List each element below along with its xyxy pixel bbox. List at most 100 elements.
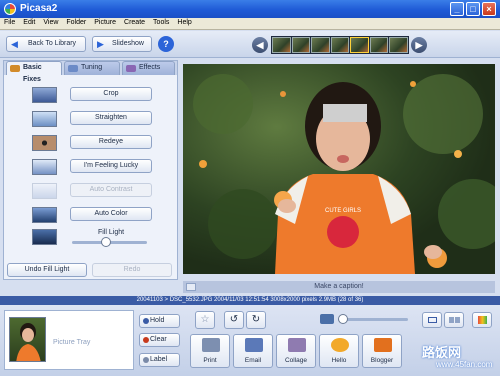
tray-thumbnail[interactable] [9,317,46,362]
menu-picture[interactable]: Picture [90,18,120,26]
maximize-button[interactable]: □ [466,2,480,16]
watermark: 路饭网 www.45fan.com [410,340,498,374]
label-button[interactable]: Label [139,353,180,367]
menu-help[interactable]: Help [173,18,195,26]
tray-thumbnail-image [16,323,41,361]
star-button[interactable]: ☆ [195,311,215,329]
photo-view[interactable]: CUTE GIRLS [183,64,495,274]
clear-icon [143,337,149,343]
star-icon: ☆ [200,314,210,325]
play-icon: ▶ [97,39,104,49]
photo-image: CUTE GIRLS [193,74,495,274]
clear-button[interactable]: Clear [139,333,180,347]
print-label: Print [203,357,217,364]
wrench-icon [10,65,20,72]
help-button[interactable]: ? [158,36,174,52]
email-button[interactable]: Email [233,334,273,368]
picture-tray-label: Picture Tray [53,339,91,346]
collage-label: Collage [284,357,308,364]
filmstrip-thumbnail[interactable] [291,37,311,53]
collage-icon [288,338,306,352]
print-button[interactable]: Print [190,334,230,368]
zoom-slider-handle[interactable] [338,314,348,324]
picasa-logo-icon [4,3,16,15]
filmstrip-thumbnail[interactable] [369,37,389,53]
rotate-right-button[interactable]: ↻ [246,311,266,329]
view-compare-button[interactable] [444,312,464,328]
effects-view-button[interactable] [472,312,492,328]
menu-bar: File Edit View Folder Picture Create Tools Help [0,18,500,30]
filmstrip-thumbnail[interactable] [330,37,350,53]
undo-fill-light-button[interactable]: Undo Fill Light [7,263,87,277]
printer-icon [202,338,220,352]
watermark-url: www.45fan.com [436,360,493,369]
menu-folder[interactable]: Folder [62,18,90,26]
auto-contrast-button[interactable]: Auto Contrast [70,183,152,197]
straighten-button[interactable]: Straighten [70,111,152,125]
blogger-button[interactable]: Blogger [362,334,402,368]
label-button-label: Label [150,356,168,363]
tab-effects[interactable]: Effects [122,61,175,75]
tag-icon [143,357,149,363]
redo-button[interactable]: Redo [92,263,172,277]
caption-toggle-icon[interactable] [186,283,196,291]
menu-edit[interactable]: Edit [19,18,39,26]
next-photo-icon[interactable]: ▶ [411,37,427,53]
title-bar: Picasa2 _ □ × [0,0,500,18]
menu-create[interactable]: Create [120,18,149,26]
caption-field[interactable]: Make a caption! [183,281,495,293]
watermark-main: 路饭网 [422,345,462,360]
hold-button[interactable]: Hold [139,314,180,328]
slideshow-button[interactable]: ▶ Slideshow [92,36,152,52]
menu-file[interactable]: File [0,18,19,26]
close-button[interactable]: × [482,2,496,16]
fill-light-slider[interactable] [72,237,147,247]
rotate-right-icon: ↻ [251,314,261,325]
crop-button[interactable]: Crop [70,87,152,101]
hello-label: Hello [331,357,347,364]
zoom-slider[interactable] [338,314,408,324]
filmstrip-thumbnail-selected[interactable] [350,37,369,53]
auto-contrast-thumbnail [32,183,57,199]
compare-view-icon [449,317,460,323]
svg-text:CUTE GIRLS: CUTE GIRLS [325,208,361,214]
back-to-library-button[interactable]: ◀ Back To Library [6,36,86,52]
fill-light-thumbnail [32,229,57,245]
tab-tuning[interactable]: Tuning [64,61,120,75]
hello-button[interactable]: Hello [319,334,359,368]
hold-label: Hold [150,317,165,324]
rotate-left-button[interactable]: ↺ [224,311,244,329]
view-single-button[interactable] [422,312,442,328]
tab-basic-fixes-label: Basic Fixes [23,64,42,83]
crop-thumbnail [32,87,57,103]
blogger-label: Blogger [370,357,394,364]
back-to-library-label: Back To Library [27,40,77,47]
lucky-thumbnail [32,159,57,175]
collage-button[interactable]: Collage [276,334,316,368]
envelope-icon [245,338,263,352]
menu-view[interactable]: View [39,18,62,26]
single-view-icon [428,317,437,323]
minimize-button[interactable]: _ [450,2,464,16]
auto-color-thumbnail [32,207,57,223]
filmstrip-thumbnail[interactable] [272,37,291,53]
straighten-thumbnail [32,111,57,127]
window-title: Picasa2 [20,3,58,14]
hold-icon [143,318,149,324]
filmstrip [271,36,409,54]
auto-color-button[interactable]: Auto Color [70,207,152,221]
clear-label: Clear [150,336,167,343]
feeling-lucky-button[interactable]: I'm Feeling Lucky [70,159,152,173]
previous-photo-icon[interactable]: ◀ [252,37,268,53]
filmstrip-thumbnail[interactable] [311,37,330,53]
filmstrip-thumbnail[interactable] [389,37,409,53]
email-label: Email [244,357,262,364]
menu-tools[interactable]: Tools [149,18,173,26]
rotate-left-icon: ↺ [229,314,239,325]
photo-info-bar: 20041103 > DSC_5532.JPG 2004/11/03 12:51… [0,296,500,305]
tab-tuning-label: Tuning [81,64,103,71]
tab-basic-fixes[interactable]: Basic Fixes [6,61,62,83]
zoom-icon [320,314,334,324]
edit-tabs: Basic Fixes Tuning Effects [4,61,177,83]
redeye-button[interactable]: Redeye [70,135,152,149]
